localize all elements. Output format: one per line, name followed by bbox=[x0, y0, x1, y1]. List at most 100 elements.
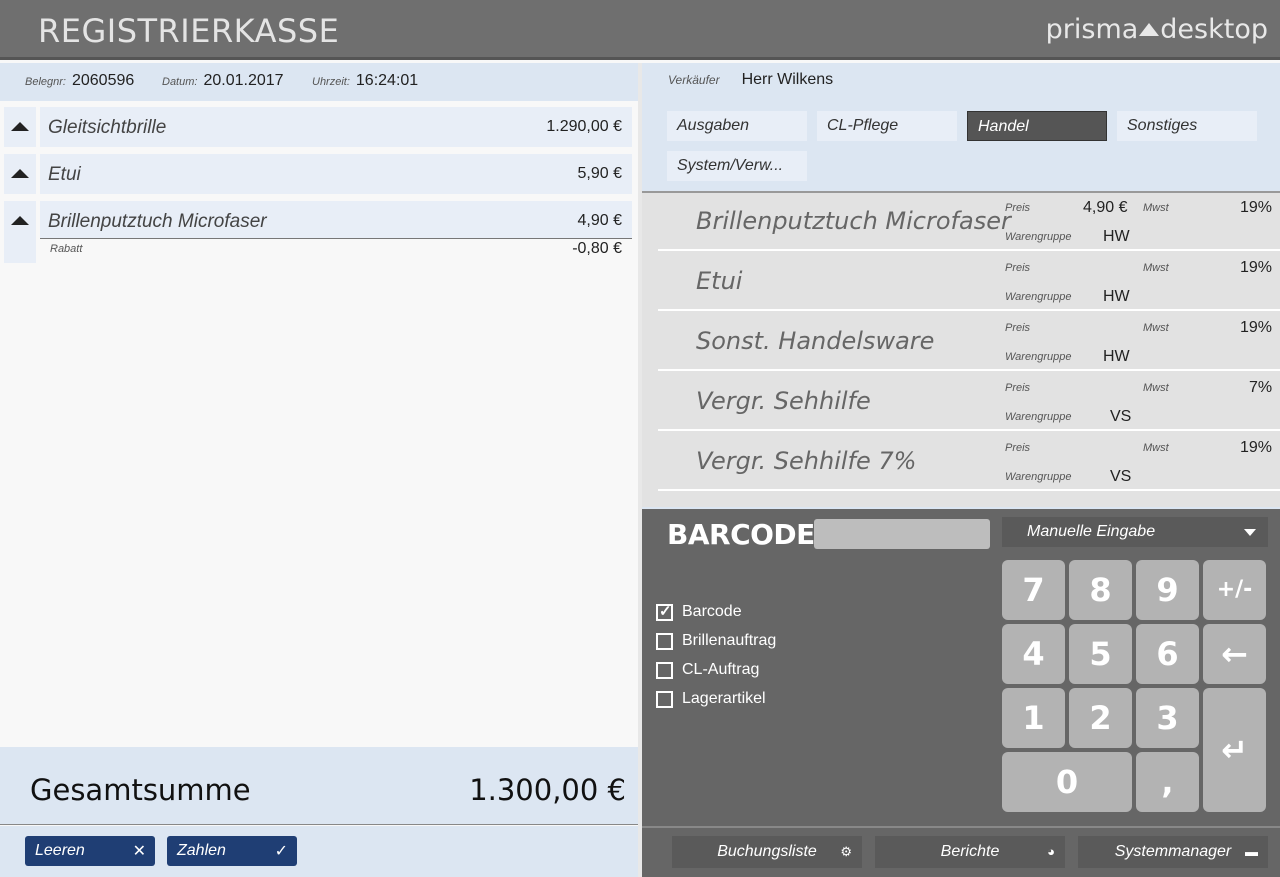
key-7[interactable]: 7 bbox=[1002, 560, 1065, 620]
pay-button[interactable]: Zahlen ✓ bbox=[167, 836, 297, 866]
key-8[interactable]: 8 bbox=[1069, 560, 1132, 620]
product-group: HW bbox=[1103, 228, 1130, 245]
group-label: Warengruppe bbox=[1005, 231, 1072, 243]
key-3[interactable]: 3 bbox=[1136, 688, 1199, 748]
product-item[interactable]: Etui Preis Mwst 19% Warengruppe HW bbox=[658, 253, 1280, 311]
clear-button[interactable]: Leeren ✕ bbox=[25, 836, 155, 866]
vat-label: Mwst bbox=[1143, 322, 1169, 334]
check-icon: ✓ bbox=[659, 603, 672, 620]
register-window: REGISTRIERKASSE prisma desktop Belegnr: 20… bbox=[0, 0, 1280, 877]
backspace-key[interactable]: ← bbox=[1203, 624, 1266, 684]
receipt-item[interactable]: Gleitsichtbrille 1.290,00 € bbox=[4, 107, 636, 147]
reports-button[interactable]: Berichte ◕ bbox=[875, 836, 1065, 868]
receipt-pane: Belegnr: 2060596 Datum: 20.01.2017 Uhrzeit… bbox=[0, 63, 638, 877]
key-9[interactable]: 9 bbox=[1136, 560, 1199, 620]
plus-minus-key[interactable]: +/- bbox=[1203, 560, 1266, 620]
key-1[interactable]: 1 bbox=[1002, 688, 1065, 748]
tab-cl-pflege[interactable]: CL-Pflege bbox=[817, 111, 957, 141]
enter-key[interactable]: ↵ bbox=[1203, 688, 1266, 812]
app-title: REGISTRIERKASSE bbox=[38, 12, 340, 50]
product-item[interactable]: Vergr. Sehhilfe Preis Mwst 7% Warengrupp… bbox=[658, 373, 1280, 431]
receipt-item-name: Brillenputztuch Microfaser bbox=[48, 211, 267, 232]
triangle-up-icon bbox=[11, 169, 29, 178]
close-icon: ✕ bbox=[132, 843, 146, 860]
product-item[interactable]: Vergr. Sehhilfe 7% Preis Mwst 19% Wareng… bbox=[658, 433, 1280, 491]
checkbox-box[interactable]: ✓ bbox=[656, 603, 673, 621]
input-mode-value: Manuelle Eingabe bbox=[1027, 523, 1156, 540]
price-label: Preis bbox=[1005, 382, 1031, 394]
key-5[interactable]: 5 bbox=[1069, 624, 1132, 684]
expand-button[interactable] bbox=[4, 154, 36, 194]
total-label: Gesamtsumme bbox=[30, 773, 251, 807]
key-2[interactable]: 2 bbox=[1069, 688, 1132, 748]
product-name: Vergr. Sehhilfe 7% bbox=[696, 447, 917, 475]
product-group: VS bbox=[1110, 408, 1132, 425]
key-0[interactable]: 0 bbox=[1002, 752, 1132, 812]
receipt-item-price: 1.290,00 € bbox=[546, 118, 622, 135]
receipt-items: Gleitsichtbrille 1.290,00 € Etui 5,90 € … bbox=[4, 107, 636, 270]
tab-system[interactable]: System/Verw... bbox=[667, 151, 807, 181]
pie-chart-icon: ◕ bbox=[1047, 844, 1055, 859]
product-vat: 19% bbox=[1240, 319, 1273, 336]
discount-label: Rabatt bbox=[50, 243, 83, 255]
total-bar: Gesamtsumme 1.300,00 € bbox=[0, 747, 638, 825]
vat-label: Mwst bbox=[1143, 382, 1169, 394]
tab-handel[interactable]: Handel bbox=[967, 111, 1107, 141]
product-group: VS bbox=[1110, 468, 1132, 485]
system-manager-button-label: Systemmanager bbox=[1114, 843, 1232, 860]
seller: Verkäufer Herr Wilkens bbox=[668, 71, 833, 89]
product-vat: 19% bbox=[1240, 259, 1273, 276]
receipt-item-row[interactable]: Gleitsichtbrille 1.290,00 € bbox=[40, 107, 632, 147]
price-label: Preis bbox=[1005, 202, 1031, 214]
product-price: 4,90 € bbox=[1083, 199, 1128, 216]
triangle-up-icon bbox=[11, 122, 29, 131]
product-name: Etui bbox=[696, 267, 743, 295]
expand-button[interactable] bbox=[4, 107, 36, 147]
system-actions: Buchungsliste ⚙ Berichte ◕ Systemmanager… bbox=[642, 826, 1280, 877]
receipt-item[interactable]: Etui 5,90 € bbox=[4, 154, 636, 194]
nodes-icon: ⚙ bbox=[840, 844, 852, 859]
seller-label: Verkäufer bbox=[668, 73, 720, 87]
product-name: Vergr. Sehhilfe bbox=[696, 387, 871, 415]
expand-button[interactable] bbox=[4, 201, 36, 263]
discount-value: -0,80 € bbox=[572, 240, 622, 257]
receipt-item-row[interactable]: Brillenputztuch Microfaser 4,90 € bbox=[40, 201, 632, 239]
pay-button-label: Zahlen bbox=[177, 842, 226, 859]
product-item[interactable]: Brillenputztuch Microfaser Preis 4,90 € … bbox=[658, 193, 1280, 251]
receipt-item-name: Etui bbox=[48, 164, 81, 185]
checkbox-box[interactable] bbox=[656, 662, 673, 679]
tab-sonstiges[interactable]: Sonstiges bbox=[1117, 111, 1257, 141]
folder-icon: ▬ bbox=[1245, 844, 1258, 859]
comma-key[interactable]: , bbox=[1136, 752, 1199, 812]
group-label: Warengruppe bbox=[1005, 291, 1072, 303]
product-list: Brillenputztuch Microfaser Preis 4,90 € … bbox=[642, 191, 1280, 507]
brand-logo: prisma desktop bbox=[1046, 14, 1268, 45]
checkbox-label: Barcode bbox=[682, 603, 742, 620]
key-6[interactable]: 6 bbox=[1136, 624, 1199, 684]
input-mode-select[interactable]: Manuelle Eingabe bbox=[1002, 517, 1268, 547]
checkbox-label: Lagerartikel bbox=[682, 690, 766, 707]
tab-ausgaben[interactable]: Ausgaben bbox=[667, 111, 807, 141]
price-label: Preis bbox=[1005, 322, 1031, 334]
checkbox-box[interactable] bbox=[656, 691, 673, 708]
receipt-item-row[interactable]: Etui 5,90 € bbox=[40, 154, 632, 194]
header-bar: REGISTRIERKASSE prisma desktop bbox=[0, 0, 1280, 60]
product-item[interactable]: Sonst. Handelsware Preis Mwst 19% Wareng… bbox=[658, 313, 1280, 371]
brand-right: desktop bbox=[1160, 14, 1268, 45]
brand-triangle-icon bbox=[1139, 23, 1160, 36]
key-4[interactable]: 4 bbox=[1002, 624, 1065, 684]
barcode-title: BARCODE bbox=[667, 518, 815, 551]
vat-label: Mwst bbox=[1143, 442, 1169, 454]
receipt-item-price: 5,90 € bbox=[577, 165, 622, 182]
system-manager-button[interactable]: Systemmanager ▬ bbox=[1078, 836, 1268, 868]
group-label: Warengruppe bbox=[1005, 471, 1072, 483]
receipt-item[interactable]: Brillenputztuch Microfaser 4,90 € Rabatt… bbox=[4, 201, 636, 263]
bookings-button[interactable]: Buchungsliste ⚙ bbox=[672, 836, 862, 868]
barcode-input[interactable] bbox=[814, 519, 990, 549]
receipt-info-bar: Belegnr: 2060596 Datum: 20.01.2017 Uhrzeit… bbox=[0, 63, 638, 101]
checkbox-box[interactable] bbox=[656, 633, 673, 650]
receipt-date-label: Datum: bbox=[162, 76, 198, 88]
seller-name: Herr Wilkens bbox=[741, 71, 834, 88]
price-label: Preis bbox=[1005, 262, 1031, 274]
product-name: Sonst. Handelsware bbox=[696, 327, 935, 355]
